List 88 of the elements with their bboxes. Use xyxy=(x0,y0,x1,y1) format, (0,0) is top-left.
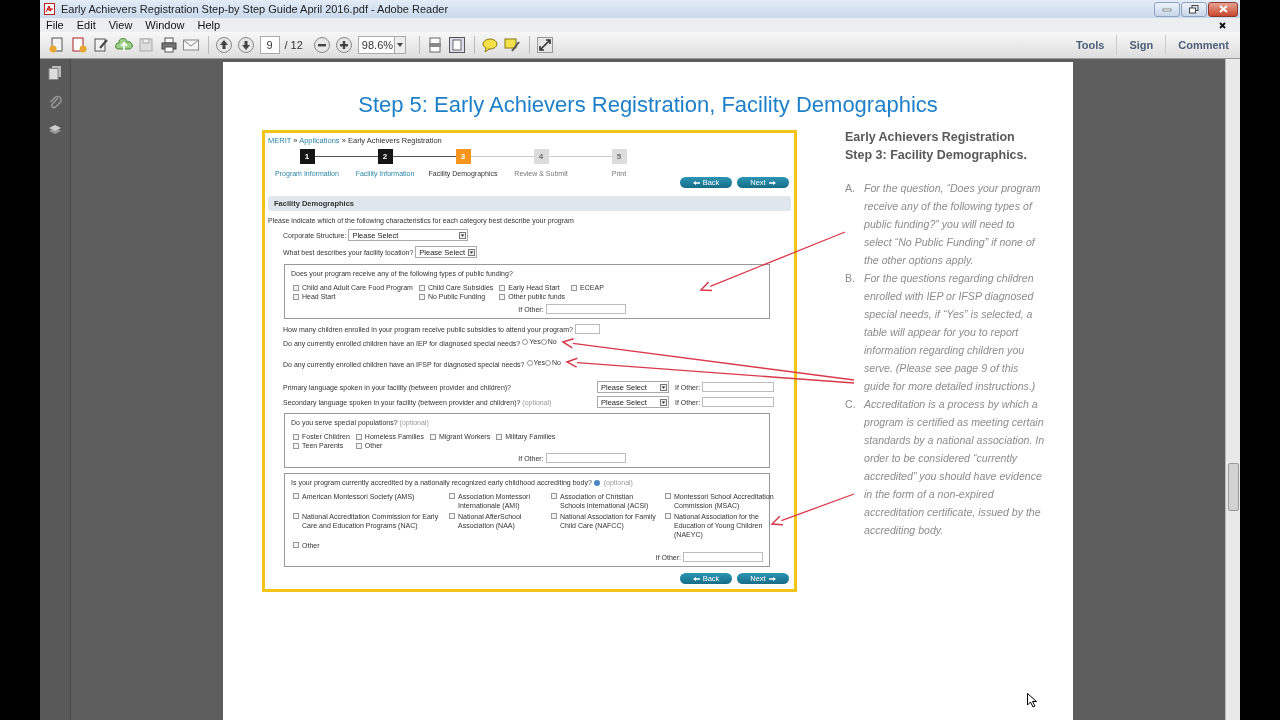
radio-button[interactable] xyxy=(540,338,547,345)
checkbox[interactable] xyxy=(499,284,506,291)
expand-icon[interactable] xyxy=(535,36,554,54)
step-number[interactable]: 2 xyxy=(377,149,393,164)
dropdown-caret-icon[interactable] xyxy=(468,248,476,256)
dropdown-caret-icon[interactable] xyxy=(459,231,467,239)
scrollbar[interactable] xyxy=(1225,59,1240,720)
radio-button[interactable] xyxy=(544,359,551,366)
checkbox[interactable] xyxy=(293,284,299,291)
restore-button[interactable] xyxy=(1181,1,1207,17)
list-marker: C. xyxy=(845,397,857,412)
comment-icon[interactable] xyxy=(480,36,499,54)
note-text: For the questions regarding children enrolled with IEP or IFSP diagnosed special needs, if “Yes” is selected, a table will appear for you to report information regarding children you serve. (Please see page 9 of this guide for more detailed instructions.) xyxy=(864,271,1037,394)
step-number[interactable]: 5 xyxy=(611,149,627,164)
checkbox[interactable] xyxy=(293,442,299,449)
checkbox[interactable] xyxy=(293,542,299,548)
close-icon[interactable] xyxy=(1219,21,1226,29)
menu-item[interactable]: File xyxy=(46,19,64,31)
radio-button[interactable] xyxy=(526,359,533,366)
window-title: Early Achievers Registration Step-by Step Guide April 2016.pdf - Adobe Reader xyxy=(61,3,450,15)
minimize-icon[interactable] xyxy=(1162,6,1172,12)
checkbox[interactable] xyxy=(449,493,455,499)
menu-item[interactable]: Window xyxy=(145,19,185,31)
zoom-out-icon[interactable] xyxy=(312,36,331,54)
dropdown-caret-icon[interactable] xyxy=(660,398,667,406)
checkbox[interactable] xyxy=(293,513,299,519)
checkbox[interactable] xyxy=(665,493,671,499)
right-arrow-icon xyxy=(768,576,776,581)
note-text: Accreditation is a process by which a program is certified as meeting certain standards by a national association. In order to be considered “currently accredited” you should have evidence in the form of a non-expired accreditation certificate, issued by the accrediting body. xyxy=(864,397,1045,538)
checkbox[interactable] xyxy=(551,493,557,499)
panel-button[interactable]: Tools xyxy=(1063,35,1117,55)
input-field[interactable] xyxy=(545,453,626,463)
input-field[interactable] xyxy=(545,304,626,314)
scrollbar-thumb[interactable] xyxy=(1228,463,1239,511)
checkbox[interactable] xyxy=(355,433,362,440)
dropdown-caret-icon[interactable] xyxy=(396,43,403,47)
input-field[interactable] xyxy=(683,552,763,562)
right-arrow-icon xyxy=(768,180,776,185)
checkbox[interactable] xyxy=(496,433,503,440)
input-field[interactable] xyxy=(574,324,600,334)
left-arrow-icon xyxy=(692,180,700,185)
notes-title: Early Achievers Registration xyxy=(845,129,1016,146)
email-icon[interactable] xyxy=(182,36,200,54)
checkbox[interactable] xyxy=(449,513,455,519)
checkbox[interactable] xyxy=(665,513,671,519)
menu-item[interactable]: Help xyxy=(197,19,221,31)
page-heading: Step 5: Early Achievers Registration, Facility Demographics xyxy=(358,92,938,118)
panel-button[interactable]: Sign xyxy=(1116,35,1166,55)
list-marker: A. xyxy=(845,181,856,196)
highlight-icon[interactable] xyxy=(503,36,522,54)
checkbox[interactable] xyxy=(293,493,299,499)
checkbox[interactable] xyxy=(499,293,506,300)
dropdown-caret-icon[interactable] xyxy=(660,383,667,391)
info-icon[interactable] xyxy=(593,480,600,487)
pages-icon[interactable] xyxy=(48,65,62,80)
page-count: / 12 xyxy=(284,39,303,51)
checkbox[interactable] xyxy=(551,513,557,519)
step-number[interactable]: 4 xyxy=(533,149,549,164)
notes-title: Step 3: Facility Demographics. xyxy=(845,147,1028,164)
step-number[interactable]: 1 xyxy=(299,149,315,164)
cursor-icon xyxy=(1027,693,1037,708)
checkbox[interactable] xyxy=(293,293,299,300)
fit-width-icon[interactable] xyxy=(448,36,467,54)
zoom-in-icon[interactable] xyxy=(335,36,354,54)
create-document-icon[interactable] xyxy=(47,36,65,54)
checkbox[interactable] xyxy=(418,293,425,300)
checkbox[interactable] xyxy=(293,433,299,440)
close-button[interactable] xyxy=(1208,1,1238,17)
panel-button[interactable]: Comment xyxy=(1165,35,1240,55)
restore-icon[interactable] xyxy=(1189,4,1199,14)
checkbox[interactable] xyxy=(355,442,362,449)
page-number-field[interactable]: 9 xyxy=(259,36,280,54)
zoom-field[interactable]: 98.6% xyxy=(357,36,406,54)
print-icon[interactable] xyxy=(159,36,178,54)
paperclip-icon[interactable] xyxy=(48,94,62,109)
checkbox[interactable] xyxy=(430,433,436,440)
input-field[interactable] xyxy=(702,382,775,392)
menu-item[interactable]: View xyxy=(108,19,133,31)
input-field[interactable] xyxy=(702,397,775,407)
list-marker: B. xyxy=(845,271,856,286)
note-text: For the question, “Does your program receive any of the following types of public funding?” you will need to select “No Public Funding” if none of the other options apply. xyxy=(864,181,1042,268)
radio-button[interactable] xyxy=(522,338,529,345)
checkbox[interactable] xyxy=(418,284,425,291)
edit-document-icon[interactable] xyxy=(92,36,110,54)
menu-item[interactable]: Edit xyxy=(76,19,96,31)
pdf-icon xyxy=(44,3,55,15)
left-arrow-icon xyxy=(692,576,700,581)
checkbox[interactable] xyxy=(571,284,578,291)
